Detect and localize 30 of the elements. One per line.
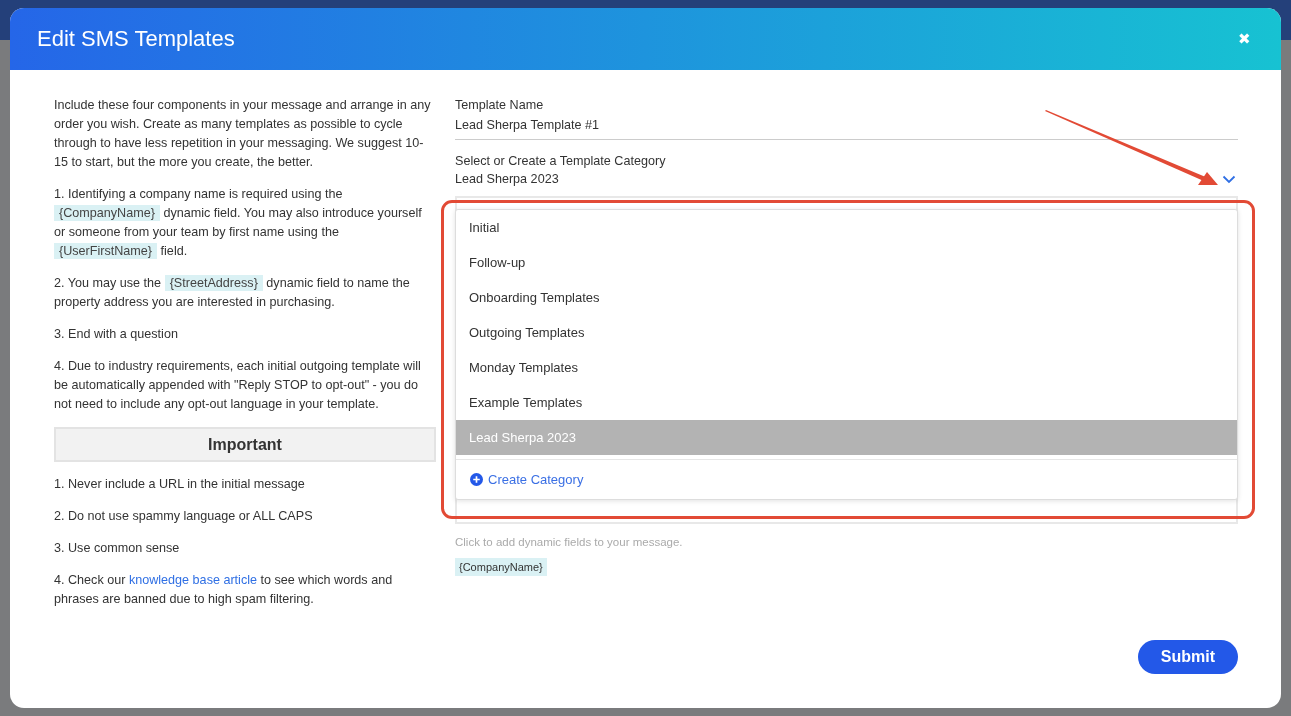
field-label: Template Name	[455, 98, 545, 112]
create-category-option[interactable]: Create Category	[456, 459, 1237, 499]
submit-button[interactable]: Submit	[1137, 640, 1238, 674]
dropdown-option[interactable]: Initial	[456, 210, 1237, 245]
field-tag: {StreetAddress}	[164, 275, 263, 291]
dropdown-option[interactable]: Monday Templates	[456, 350, 1237, 385]
category-select-value[interactable]: Lead Sherpa 2023	[455, 172, 559, 186]
dropdown-option[interactable]: Onboarding Templates	[456, 280, 1237, 315]
rule-paragraph: 4. Check our knowledge base article to see which words and phrases are banned due to high spam filtering.	[54, 572, 394, 608]
rule-paragraph: 2. Do not use spammy language or ALL CAPS	[54, 508, 314, 525]
field-tag: {CompanyName}	[54, 205, 160, 221]
modal-title: Edit SMS Templates	[37, 26, 235, 52]
hint-text: Click to add dynamic fields to your message.	[455, 536, 684, 548]
rule-paragraph: 3. Use common sense	[54, 540, 181, 557]
field-label: Select or Create a Template Category	[455, 154, 667, 168]
instruction-paragraph: 1. Identifying a company name is required using the {CompanyName} dynamic field. You may also introduce yourself or someone from your team by first name using the {UserFirstName} field.	[54, 186, 423, 261]
plus-circle-icon	[470, 473, 483, 486]
dropdown-option[interactable]: Example Templates	[456, 385, 1237, 420]
knowledge-base-link[interactable]: knowledge base article	[128, 573, 258, 587]
chevron-down-icon[interactable]	[1222, 174, 1236, 184]
field-tag: {UserFirstName}	[54, 243, 158, 259]
instruction-paragraph: 3. End with a question	[54, 326, 179, 343]
field-tag[interactable]: {CompanyName}	[455, 558, 547, 576]
instruction-paragraph: 4. Due to industry requirements, each initial outgoing template will be automatically appended with "Reply STOP to opt-out" - you do not need to include any opt-out language in your template.	[54, 358, 422, 413]
rule-paragraph: 1. Never include a URL in the initial message	[54, 476, 306, 493]
instruction-paragraph: 2. You may use the {StreetAddress} dynamic field to name the property address you are interested in purchasing.	[54, 274, 411, 311]
instruction-paragraph: Include these four components in your message and arrange in any order you wish. Create as many templates as possible to cycle through to have less repetition in your messaging. We suggest 10-15 to start, but the more you create, the better.	[54, 97, 432, 171]
dropdown-option[interactable]: Outgoing Templates	[456, 315, 1237, 350]
important-heading: Important	[54, 427, 436, 462]
dropdown-option[interactable]: Follow-up	[456, 245, 1237, 280]
